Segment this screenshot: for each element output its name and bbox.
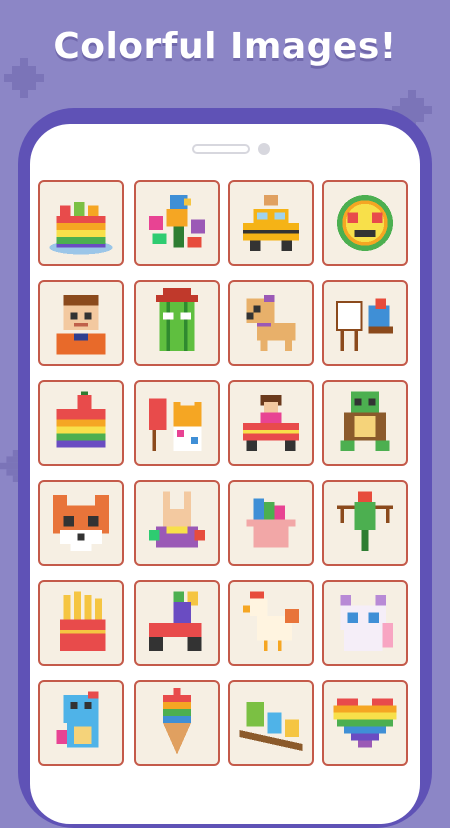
parrot-branch-icon	[337, 491, 393, 551]
cactus-hat-icon	[156, 288, 198, 351]
gallery-item-strawberry-cake[interactable]	[38, 380, 124, 466]
phone-speaker	[192, 144, 250, 154]
french-fries-icon	[60, 591, 106, 651]
gallery-item-rainbow-heart[interactable]	[322, 680, 408, 766]
gallery-item-parrot-branch[interactable]	[322, 480, 408, 566]
rainbow-cake-icon	[49, 202, 113, 255]
gallery-item-cat-painter[interactable]	[134, 380, 220, 466]
turtle-icon	[340, 391, 390, 451]
parrot-flowers-icon	[149, 195, 205, 248]
ice-cream-cup-icon	[246, 498, 296, 548]
bird-easel-icon	[335, 298, 393, 351]
fluffy-cat-icon	[340, 595, 393, 651]
boy-portrait-icon	[56, 295, 106, 355]
gallery-item-rabbit[interactable]	[134, 480, 220, 566]
cat-painter-icon	[149, 398, 202, 451]
gallery-item-rainbow-cake[interactable]	[38, 180, 124, 266]
gallery-item-dinosaur[interactable]	[38, 680, 124, 766]
gallery-item-dog-taxi[interactable]	[228, 180, 314, 266]
gallery-item-ice-cream-cup[interactable]	[228, 480, 314, 566]
gallery-item-parrot-flowers[interactable]	[134, 180, 220, 266]
scooter-rider-icon	[149, 591, 202, 651]
dog-taxi-icon	[243, 195, 299, 251]
rainbow-emoji-icon	[337, 195, 393, 251]
phone-screen	[30, 124, 420, 824]
baby-dinosaur-icon	[56, 691, 99, 748]
gallery-item-fluffy-cat[interactable]	[322, 580, 408, 666]
gallery-item-fries[interactable]	[38, 580, 124, 666]
gallery-item-bird-easel[interactable]	[322, 280, 408, 366]
headline-title: Colorful Images!	[53, 26, 397, 67]
phone-camera	[258, 143, 270, 155]
gallery-item-girl-car[interactable]	[228, 380, 314, 466]
puppy-bow-icon	[246, 295, 296, 351]
rabbit-icon	[149, 491, 205, 548]
fox-face-icon	[53, 495, 109, 551]
gallery-item-fox[interactable]	[38, 480, 124, 566]
gallery-item-puppy[interactable]	[228, 280, 314, 366]
gallery-item-boy[interactable]	[38, 280, 124, 366]
birds-branch-icon	[239, 702, 303, 751]
rainbow-heart-icon	[333, 698, 397, 748]
rooster-icon	[243, 591, 299, 651]
gallery-item-birds-branch[interactable]	[228, 680, 314, 766]
gallery-item-scooter[interactable]	[134, 580, 220, 666]
strawberry-cake-icon	[56, 391, 106, 448]
gallery-item-ice-cream-cone[interactable]	[134, 680, 220, 766]
gallery-item-rooster[interactable]	[228, 580, 314, 666]
gallery-item-rainbow-emoji[interactable]	[322, 180, 408, 266]
gallery-item-turtle[interactable]	[322, 380, 408, 466]
rainbow-cone-icon	[163, 688, 191, 755]
girl-car-icon	[243, 395, 299, 451]
gallery-item-cactus[interactable]	[134, 280, 220, 366]
